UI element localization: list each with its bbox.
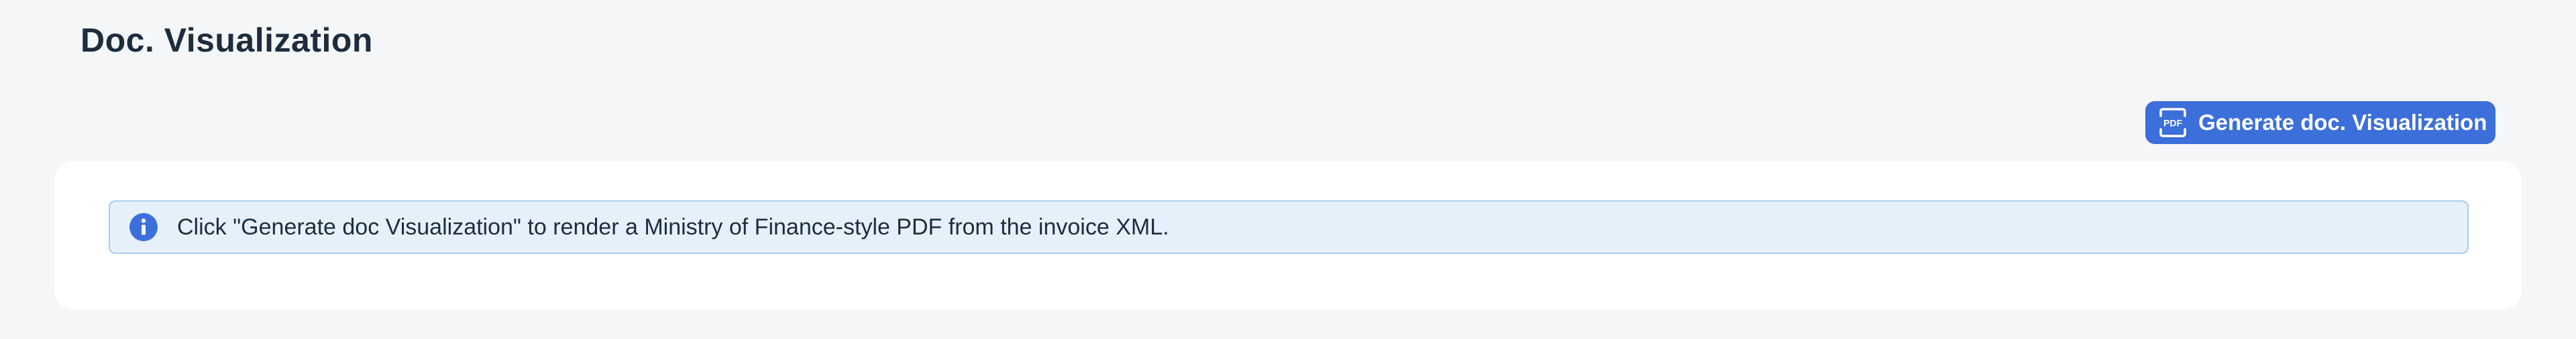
generate-visualization-label: Generate doc. Visualization <box>2198 110 2487 135</box>
pdf-icon-text: PDF <box>2163 118 2182 129</box>
content-card: Click "Generate doc Visualization" to re… <box>54 161 2522 310</box>
info-message-strip: Click "Generate doc Visualization" to re… <box>109 200 2469 254</box>
info-message-text: Click "Generate doc Visualization" to re… <box>177 214 1169 240</box>
pdf-icon: PDF <box>2158 108 2188 137</box>
page-title: Doc. Visualization <box>80 21 373 59</box>
page: Doc. Visualization PDF Generate doc. Vis… <box>0 0 2576 339</box>
generate-visualization-button[interactable]: PDF Generate doc. Visualization <box>2145 101 2496 144</box>
info-icon <box>129 212 158 242</box>
